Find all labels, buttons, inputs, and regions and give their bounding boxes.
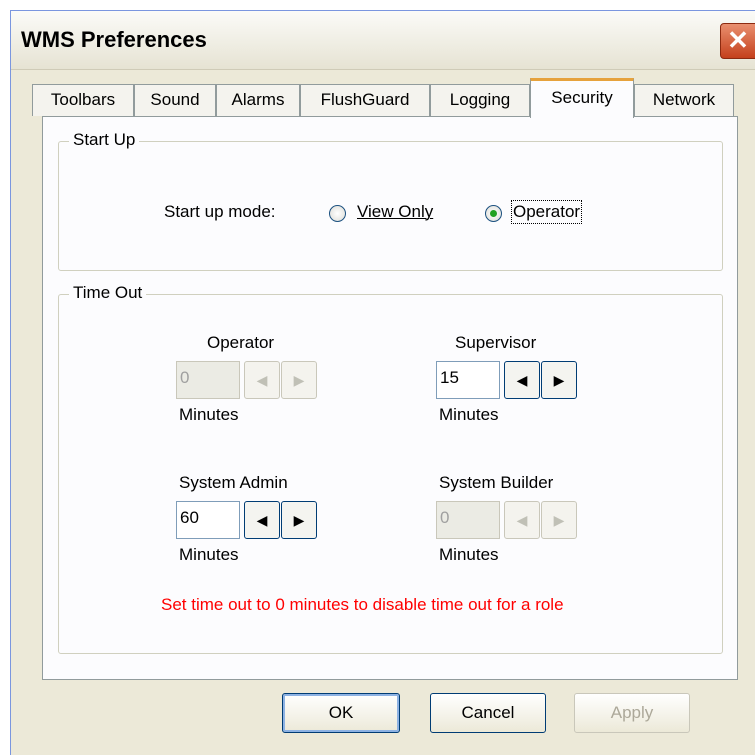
arrow-left-icon: ◀ <box>516 372 528 388</box>
arrow-left-icon: ◀ <box>516 512 528 528</box>
operator-timeout-label: Operator <box>207 333 275 352</box>
tab-security[interactable]: Security <box>530 78 634 118</box>
system-builder-increment-button[interactable]: ▶ <box>541 501 577 539</box>
tab-network[interactable]: Network <box>634 84 734 116</box>
system-admin-unit-label: Minutes <box>179 545 239 564</box>
tab-toolbars[interactable]: Toolbars <box>32 84 134 116</box>
startup-group: Start Up Start up mode: View Only Operat… <box>58 130 723 271</box>
system-admin-decrement-button[interactable]: ◀ <box>244 501 280 539</box>
operator-decrement-button[interactable]: ◀ <box>244 361 280 399</box>
supervisor-increment-button[interactable]: ▶ <box>541 361 577 399</box>
cancel-button[interactable]: Cancel <box>430 693 546 733</box>
arrow-right-icon: ▶ <box>553 372 565 388</box>
apply-button[interactable]: Apply <box>574 693 690 733</box>
system-admin-timeout-input[interactable]: 60 <box>176 501 240 539</box>
tab-logging[interactable]: Logging <box>430 84 530 116</box>
supervisor-decrement-button[interactable]: ◀ <box>504 361 540 399</box>
supervisor-timeout-label: Supervisor <box>455 333 537 352</box>
window-title: WMS Preferences <box>21 27 207 52</box>
system-admin-increment-button[interactable]: ▶ <box>281 501 317 539</box>
operator-label[interactable]: Operator <box>510 200 583 224</box>
operator-timeout-input[interactable]: 0 <box>176 361 240 399</box>
security-tab-panel: Start Up Start up mode: View Only Operat… <box>42 116 738 680</box>
tab-alarms[interactable]: Alarms <box>216 84 300 116</box>
startup-mode-label: Start up mode: <box>164 202 276 221</box>
title-bar[interactable]: WMS Preferences ✕ <box>11 11 755 70</box>
operator-unit-label: Minutes <box>179 405 239 424</box>
close-icon: ✕ <box>727 25 749 55</box>
system-builder-timeout-input[interactable]: 0 <box>436 501 500 539</box>
arrow-right-icon: ▶ <box>293 372 305 388</box>
tab-flushguard[interactable]: FlushGuard <box>300 84 430 116</box>
tab-sound[interactable]: Sound <box>134 84 216 116</box>
arrow-left-icon: ◀ <box>256 512 268 528</box>
system-builder-unit-label: Minutes <box>439 545 499 564</box>
timeout-group: Time Out Operator 0 ◀ ▶ Minutes Supervis… <box>58 283 723 654</box>
timeout-group-title: Time Out <box>69 283 147 303</box>
startup-group-title: Start Up <box>69 130 140 150</box>
ok-button[interactable]: OK <box>282 693 400 733</box>
operator-increment-button[interactable]: ▶ <box>281 361 317 399</box>
system-builder-timeout-label: System Builder <box>439 473 554 492</box>
timeout-hint-text: Set time out to 0 minutes to disable tim… <box>161 595 564 614</box>
arrow-right-icon: ▶ <box>553 512 565 528</box>
close-button[interactable]: ✕ <box>720 23 755 59</box>
system-builder-decrement-button[interactable]: ◀ <box>504 501 540 539</box>
arrow-left-icon: ◀ <box>256 372 268 388</box>
view-only-label[interactable]: View Only <box>357 202 433 222</box>
operator-radio[interactable] <box>485 205 502 222</box>
arrow-right-icon: ▶ <box>293 512 305 528</box>
system-admin-timeout-label: System Admin <box>179 473 288 492</box>
supervisor-timeout-input[interactable]: 15 <box>436 361 500 399</box>
supervisor-unit-label: Minutes <box>439 405 499 424</box>
view-only-radio[interactable] <box>329 205 346 222</box>
